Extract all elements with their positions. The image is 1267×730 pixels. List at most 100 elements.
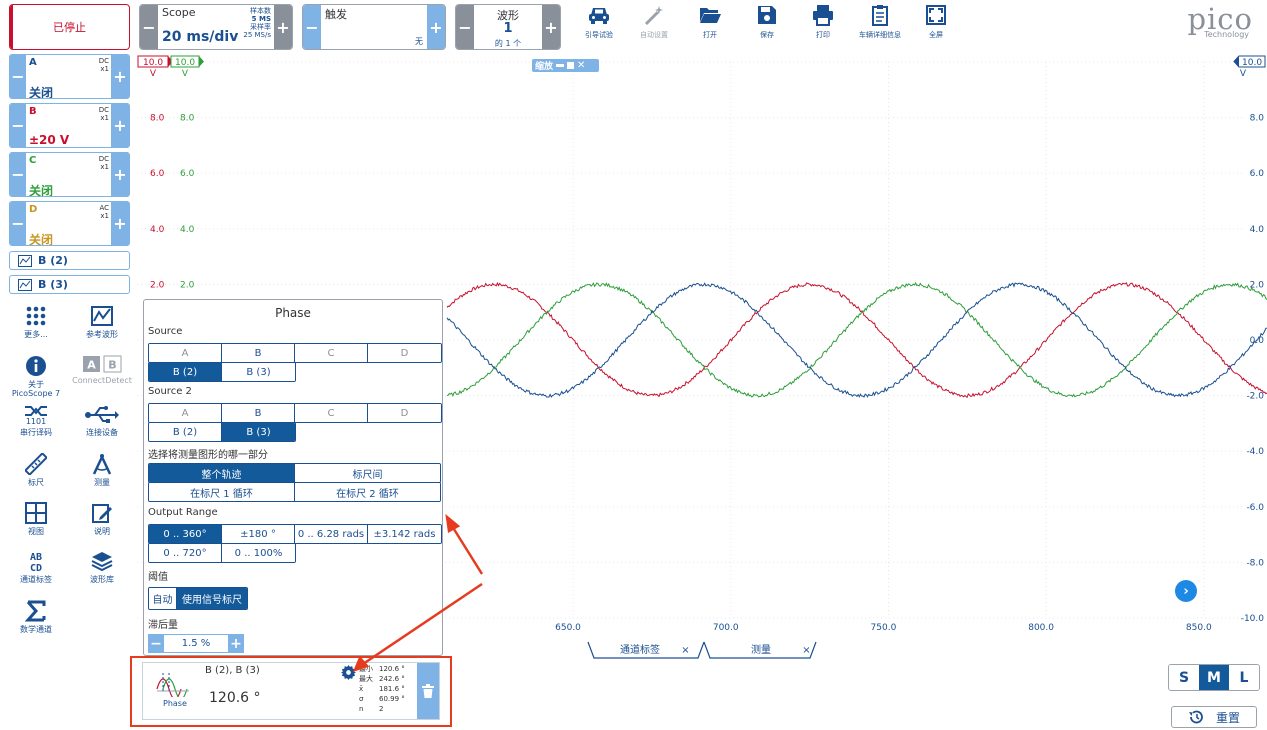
source-option-b2[interactable]: B (2): [149, 363, 222, 381]
channel-b-range[interactable]: ±20 V: [29, 133, 69, 147]
section-option-between-rulers[interactable]: 标尺间: [295, 464, 440, 482]
trigger-display[interactable]: 触发 无: [321, 5, 427, 49]
size-large-button[interactable]: L: [1229, 665, 1259, 690]
connect-device-button[interactable]: 连接设备: [72, 405, 132, 437]
range-option-0-100[interactable]: 0 .. 100%: [222, 544, 295, 562]
print-button[interactable]: 打印: [793, 4, 853, 46]
range-option-pm180[interactable]: ±180 °: [222, 525, 295, 543]
serial-decode-button[interactable]: 1101 串行译码: [6, 405, 66, 437]
zoom-bar[interactable]: 缩放 ✕: [532, 59, 599, 72]
trigger-increase-button[interactable]: +: [427, 5, 445, 49]
run-stop-label: 已停止: [53, 21, 86, 34]
channel-d-increase-button[interactable]: +: [111, 202, 129, 245]
tab-channel-labels[interactable]: 通道标签 ×: [620, 641, 690, 659]
close-icon[interactable]: ×: [802, 645, 810, 656]
waveform-display[interactable]: 波形 1 的 1 个: [474, 5, 542, 49]
channel-d-range[interactable]: 关闭: [29, 231, 53, 245]
threshold-option-auto[interactable]: 自动: [149, 588, 177, 609]
zoom-close-icon[interactable]: ✕: [577, 60, 585, 71]
range-option-pm3142[interactable]: ±3.142 rads: [368, 525, 441, 543]
connect-detect-button[interactable]: AB ConnectDetect: [72, 355, 132, 385]
channel-c-range[interactable]: 关闭: [29, 182, 53, 196]
phase-panel-title: Phase: [275, 306, 311, 320]
channel-c-decrease-button[interactable]: −: [10, 153, 26, 196]
channel-c-increase-button[interactable]: +: [111, 153, 129, 196]
measurements-button[interactable]: 测量: [72, 453, 132, 487]
reset-button[interactable]: 重置: [1171, 706, 1257, 728]
channel-d-decrease-button[interactable]: −: [10, 202, 26, 245]
rulers-button[interactable]: 标尺: [6, 453, 66, 487]
reference-b3-item[interactable]: B (3): [9, 275, 130, 294]
timebase-increase-button[interactable]: +: [274, 5, 292, 49]
range-option-0-360[interactable]: 0 .. 360°: [149, 525, 222, 543]
open-button[interactable]: 打开: [680, 4, 740, 46]
waveform-library-button[interactable]: 波形库: [72, 550, 132, 584]
reference-b2-item[interactable]: B (2): [9, 251, 130, 270]
waveform-next-button[interactable]: +: [542, 5, 560, 49]
channel-a-coupling[interactable]: DC x1: [99, 57, 109, 73]
section-option-ruler2-cycle[interactable]: 在标尺 2 循环: [295, 483, 440, 501]
auto-setup-button[interactable]: 自动设置: [624, 4, 684, 46]
source-option-d[interactable]: D: [368, 344, 441, 362]
zoom-maximize-icon[interactable]: [567, 62, 575, 69]
channel-d-coupling[interactable]: AC x1: [99, 204, 109, 220]
channel-b-decrease-button[interactable]: −: [10, 104, 26, 147]
range-option-0-628[interactable]: 0 .. 6.28 rads: [295, 525, 368, 543]
more-button[interactable]: 更多...: [6, 305, 66, 339]
source2-option-b3[interactable]: B (3): [222, 423, 295, 441]
save-icon: [758, 6, 776, 24]
source-option-b3[interactable]: B (3): [222, 363, 295, 381]
save-button[interactable]: 保存: [737, 4, 797, 46]
about-button[interactable]: 关于 PicoScope 7: [6, 355, 66, 398]
gear-icon[interactable]: [341, 665, 356, 680]
waveform-prev-button[interactable]: −: [456, 5, 474, 49]
size-small-button[interactable]: S: [1169, 665, 1199, 690]
connect-detect-icon: AB: [83, 355, 122, 373]
hysteresis-decrease-button[interactable]: −: [148, 634, 164, 653]
source2-option-c[interactable]: C: [295, 404, 368, 422]
math-channels-button[interactable]: 数学通道: [6, 600, 66, 634]
section-option-ruler1-cycle[interactable]: 在标尺 1 循环: [149, 483, 295, 501]
delete-measurement-button[interactable]: [417, 663, 439, 719]
reference-waveforms-button[interactable]: 参考波形: [72, 305, 132, 339]
source-option-c[interactable]: C: [295, 344, 368, 362]
scroll-next-button[interactable]: ›: [1175, 580, 1197, 602]
channel-b-increase-button[interactable]: +: [111, 104, 129, 147]
channel-a-range[interactable]: 关闭: [29, 84, 53, 98]
channel-c-coupling[interactable]: DC x1: [99, 155, 109, 171]
right-axis-tick: 4.0: [1250, 225, 1265, 235]
range-option-0-720[interactable]: 0 .. 720°: [149, 544, 222, 562]
tab-measurements[interactable]: 测量 ×: [751, 641, 811, 659]
channel-c-probe: x1: [100, 163, 109, 171]
channel-a-decrease-button[interactable]: −: [10, 55, 26, 98]
phase-settings-panel: Phase Source A B C D B (2) B (3) Source …: [143, 299, 443, 656]
channel-a-increase-button[interactable]: +: [111, 55, 129, 98]
section-option-whole-trace[interactable]: 整个轨迹: [149, 464, 295, 482]
vehicle-details-button[interactable]: 车辆详细信息: [850, 4, 910, 46]
guided-test-button[interactable]: 引导试验: [569, 4, 629, 46]
views-button[interactable]: 视图: [6, 502, 66, 536]
source2-option-a[interactable]: A: [149, 404, 222, 422]
timebase-decrease-button[interactable]: −: [140, 5, 158, 49]
hysteresis-value[interactable]: 1.5 %: [164, 634, 228, 653]
notes-button[interactable]: 说明: [72, 502, 132, 536]
source2-option-b[interactable]: B: [222, 404, 295, 422]
source2-option-d[interactable]: D: [368, 404, 441, 422]
source2-option-b2[interactable]: B (2): [149, 423, 222, 441]
threshold-option-signal-ruler[interactable]: 使用信号标尺: [177, 588, 247, 609]
close-icon[interactable]: ×: [681, 645, 689, 656]
source-option-b[interactable]: B: [222, 344, 295, 362]
source-option-a[interactable]: A: [149, 344, 222, 362]
hysteresis-increase-button[interactable]: +: [228, 634, 244, 653]
trigger-decrease-button[interactable]: −: [303, 5, 321, 49]
channel-b-coupling[interactable]: DC x1: [99, 106, 109, 122]
run-stop-button[interactable]: 已停止: [9, 4, 130, 50]
zoom-minimize-icon[interactable]: [556, 64, 565, 67]
size-medium-button[interactable]: M: [1199, 665, 1229, 690]
timebase-display[interactable]: Scope 20 ms/div 样本数 5 MS 采样率 25 MS/s: [158, 5, 274, 49]
stat-min-label: 最小: [359, 665, 373, 673]
reference-waveforms-label: 参考波形: [86, 330, 118, 339]
fullscreen-button[interactable]: 全屏: [906, 4, 966, 46]
measurement-card[interactable]: Phase B (2), B (3) 120.6 ° 最小 120.6 ° 最大 2…: [142, 662, 440, 720]
channel-labels-button[interactable]: AB CD 通道标签: [6, 550, 66, 584]
